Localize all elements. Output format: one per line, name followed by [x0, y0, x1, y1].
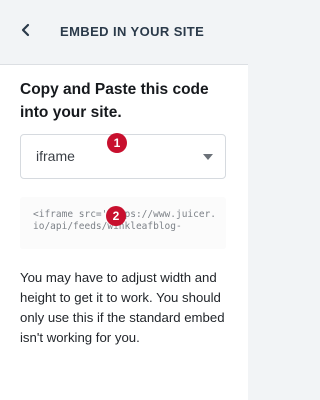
top-bar: EMBED IN YOUR SITE: [0, 0, 248, 65]
annotation-marker-2: 2: [106, 206, 126, 226]
chevron-left-icon: [20, 23, 32, 42]
caret-down-icon: [203, 154, 213, 160]
page-title: EMBED IN YOUR SITE: [60, 24, 205, 39]
code-fade: [20, 235, 226, 249]
usage-note: You may have to adjust width and height …: [20, 270, 225, 345]
embed-panel: Copy and Paste this code into your site.…: [0, 65, 248, 400]
back-button[interactable]: [14, 20, 38, 44]
annotation-marker-1: 1: [107, 133, 127, 153]
instructions-heading: Copy and Paste this code into your site.: [20, 81, 209, 121]
embed-type-value: iframe: [36, 148, 75, 164]
